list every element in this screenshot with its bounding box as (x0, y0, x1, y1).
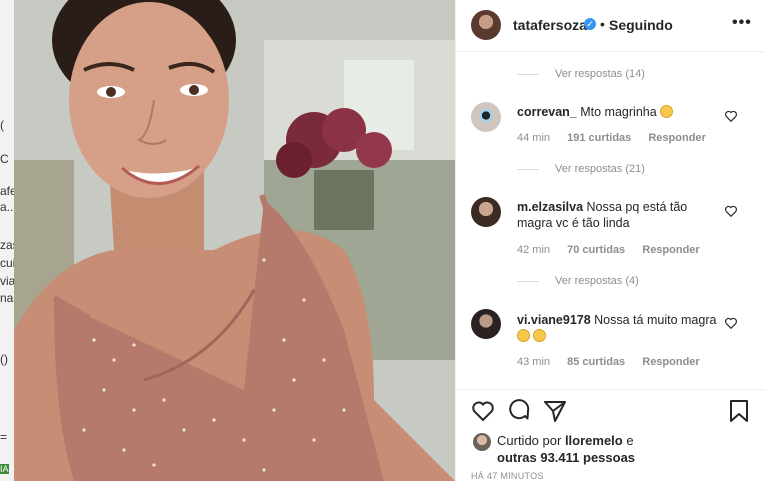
background-text: () (0, 352, 8, 366)
share-send-icon[interactable] (543, 399, 567, 423)
separator-dot: • (600, 16, 605, 32)
author-username[interactable]: tatafersoza (513, 17, 587, 33)
liked-by-and: e (626, 433, 634, 448)
comment-text: Mto magrinha (580, 105, 657, 119)
comment-body: vi.viane9178 Nossa tá muito magra (517, 312, 722, 344)
heart-icon[interactable] (724, 109, 738, 123)
view-replies-button[interactable]: Ver respostas (14) (517, 68, 645, 80)
post-actions: Curtido por lloremelo e outras 93.411 pe… (456, 389, 765, 481)
liked-by-line: Curtido por lloremelo e (497, 433, 634, 448)
comment-time: 44 min (517, 132, 551, 144)
author-avatar[interactable] (471, 10, 501, 40)
comment-time: 42 min (517, 244, 551, 256)
post-side-panel: tatafersoza ✓ • Seguindo ••• Ver respost… (455, 0, 765, 481)
background-text: = (0, 430, 8, 444)
liked-by-prefix: Curtido por (497, 433, 562, 448)
commenter-avatar[interactable] (471, 309, 501, 339)
liker-avatar[interactable] (473, 433, 491, 451)
comment-body: m.elzasilva Nossa pq está tão magra vc é… (517, 199, 722, 231)
comment-body: correvan_ Mto magrinha (517, 104, 722, 120)
like-heart-icon[interactable] (471, 399, 495, 423)
comment-likes-count[interactable]: 191 curtidas (567, 132, 631, 144)
comment-time: 43 min (517, 356, 551, 368)
reply-button[interactable]: Responder (642, 356, 699, 368)
commenter-avatar[interactable] (471, 197, 501, 227)
likes-count-line[interactable]: outras 93.411 pessoas (497, 450, 635, 465)
photo-illustration (14, 0, 455, 481)
comment-likes-count[interactable]: 70 curtidas (567, 244, 625, 256)
commenter-username[interactable]: vi.viane9178 (517, 313, 591, 327)
post-header: tatafersoza ✓ • Seguindo ••• (456, 0, 765, 52)
commenter-username[interactable]: m.elzasilva (517, 200, 583, 214)
save-bookmark-icon[interactable] (728, 399, 750, 423)
post-timestamp[interactable]: HÁ 47 MINUTOS (471, 471, 544, 481)
others-likes-count[interactable]: outras 93.411 pessoas (497, 450, 635, 465)
persevering-emoji-icon (533, 329, 547, 342)
verified-badge-icon: ✓ (584, 18, 596, 30)
heart-icon[interactable] (724, 316, 738, 330)
view-replies-button[interactable]: Ver respostas (21) (517, 163, 645, 175)
reply-button[interactable]: Responder (642, 244, 699, 256)
replies-divider (517, 73, 539, 75)
commenter-username[interactable]: correvan_ (517, 105, 577, 119)
following-button[interactable]: Seguindo (609, 17, 673, 33)
comment-meta: 42 min 70 curtidas Responder (517, 244, 714, 256)
astonished-emoji-icon (660, 105, 674, 118)
comment-meta: 43 min 85 curtidas Responder (517, 356, 714, 368)
comment-likes-count[interactable]: 85 curtidas (567, 356, 625, 368)
background-text: IA (0, 464, 9, 474)
background-page-strip: ( C afe a... zas cui via nagra () = IA (0, 0, 31, 481)
view-replies-button[interactable]: Ver respostas (4) (517, 275, 639, 287)
liker-username[interactable]: lloremelo (565, 433, 623, 448)
view-replies-label: Ver respostas (14) (555, 68, 645, 80)
commenter-avatar[interactable] (471, 102, 501, 132)
replies-divider (517, 280, 539, 282)
comment-bubble-icon[interactable] (507, 399, 531, 423)
post-photo[interactable] (14, 0, 455, 481)
relieved-emoji-icon (517, 329, 530, 342)
view-replies-label: Ver respostas (21) (555, 163, 645, 175)
view-replies-label: Ver respostas (4) (555, 275, 639, 287)
comment-text: Nossa tá muito magra (594, 313, 717, 327)
background-text: ( (0, 118, 4, 132)
more-options-icon[interactable]: ••• (732, 14, 752, 32)
replies-divider (517, 168, 539, 170)
reply-button[interactable]: Responder (648, 132, 705, 144)
comment-meta: 44 min 191 curtidas Responder (517, 132, 720, 144)
heart-icon[interactable] (724, 204, 738, 218)
background-text: C (0, 152, 9, 166)
